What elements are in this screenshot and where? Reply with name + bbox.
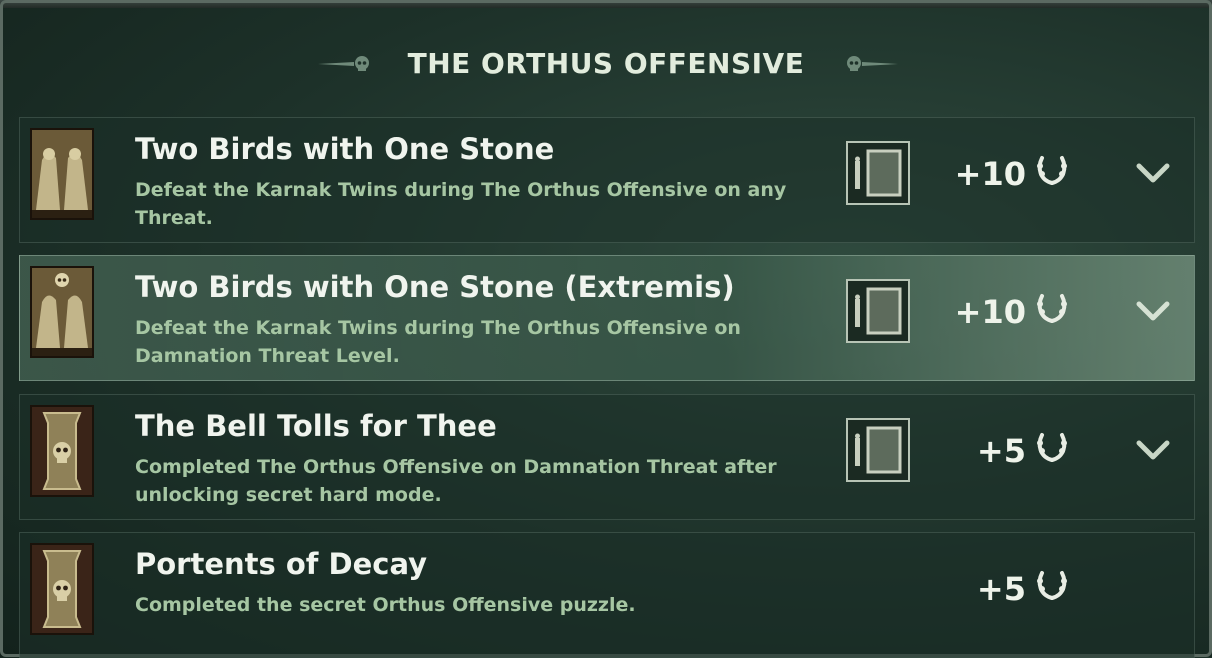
achievement-title: Two Birds with One Stone	[135, 132, 555, 166]
points-value: +10	[954, 155, 1026, 193]
achievement-description: Defeat the Karnak Twins during The Orthu…	[135, 317, 741, 367]
achievement-description: Defeat the Karnak Twins during The Orthu…	[135, 179, 787, 229]
chevron-down-icon[interactable]	[1135, 435, 1171, 463]
achievement-row[interactable]: Two Birds with One Stone Defeat the Karn…	[19, 117, 1195, 243]
page-title: THE ORTHUS OFFENSIVE	[407, 46, 805, 80]
skull-pillar-icon	[30, 543, 94, 635]
laurel-wreath-icon	[1034, 152, 1070, 196]
points-value: +10	[954, 293, 1026, 331]
frame-reward-icon[interactable]	[846, 141, 910, 205]
achievement-description: Completed The Orthus Offensive on Damnat…	[135, 456, 777, 506]
twin-statues-skull-icon	[30, 266, 94, 358]
achievement-points: +10	[950, 152, 1070, 196]
chevron-down-icon[interactable]	[1135, 296, 1171, 324]
skull-ornament-icon	[842, 54, 898, 78]
laurel-wreath-icon	[1034, 290, 1070, 334]
points-value: +5	[976, 570, 1026, 608]
achievement-points: +5	[950, 567, 1070, 611]
achievement-row[interactable]: Two Birds with One Stone (Extremis) Defe…	[19, 255, 1195, 381]
frame-reward-icon[interactable]	[846, 279, 910, 343]
achievement-row[interactable]: Portents of Decay Completed the secret O…	[19, 532, 1195, 658]
achievement-title: Portents of Decay	[135, 547, 428, 581]
twin-statues-icon	[30, 128, 94, 220]
achievement-points: +5	[950, 429, 1070, 473]
skull-pillar-icon	[30, 405, 94, 497]
laurel-wreath-icon	[1034, 429, 1070, 473]
achievement-description: Completed the secret Orthus Offensive pu…	[135, 594, 636, 616]
achievement-row[interactable]: The Bell Tolls for Thee Completed The Or…	[19, 394, 1195, 520]
skull-ornament-icon	[318, 54, 374, 78]
achievement-title: Two Birds with One Stone (Extremis)	[135, 270, 735, 304]
chevron-down-icon[interactable]	[1135, 158, 1171, 186]
frame-reward-icon[interactable]	[846, 418, 910, 482]
achievement-title: The Bell Tolls for Thee	[135, 409, 497, 443]
header: THE ORTHUS OFFENSIVE	[0, 38, 1212, 88]
points-value: +5	[976, 432, 1026, 470]
achievement-points: +10	[950, 290, 1070, 334]
laurel-wreath-icon	[1034, 567, 1070, 611]
